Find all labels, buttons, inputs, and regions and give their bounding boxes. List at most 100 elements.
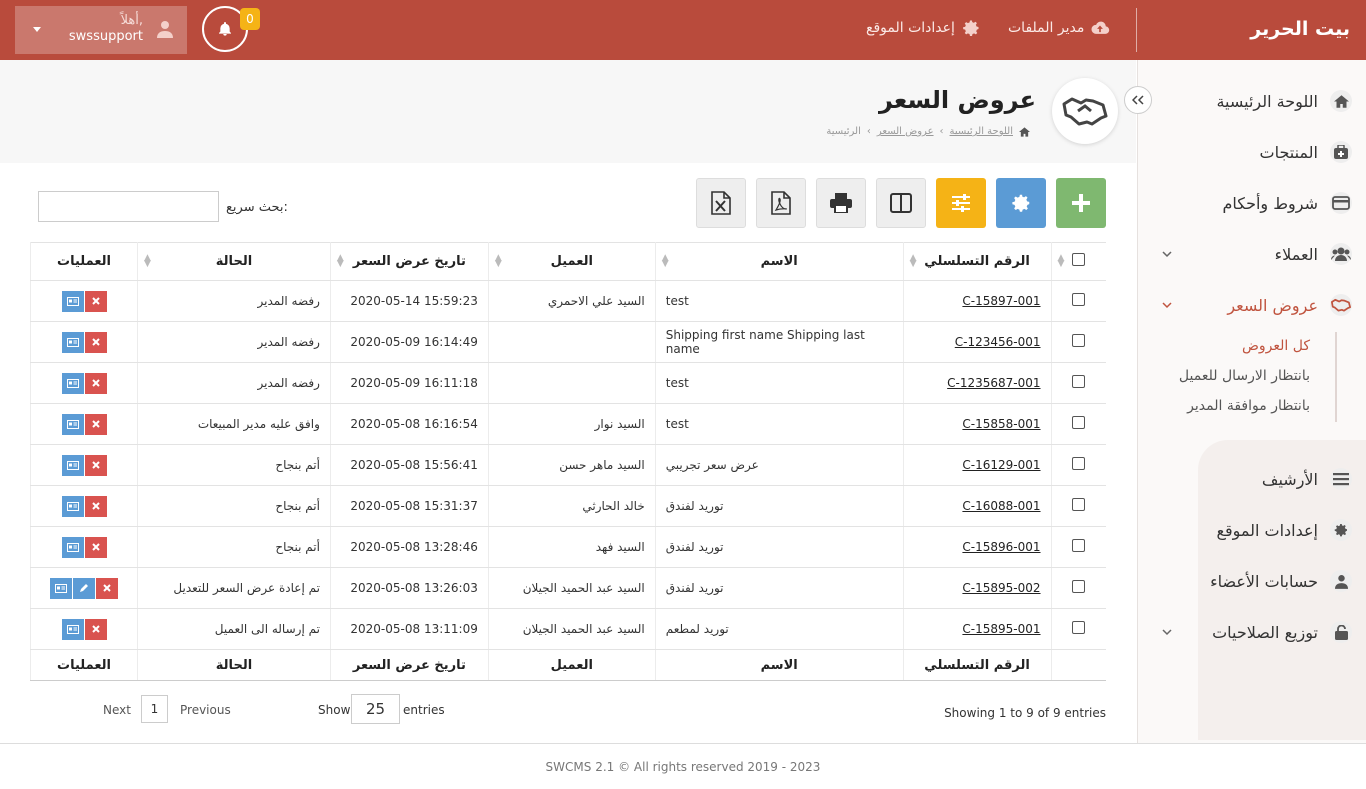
sidebar-item-quotes[interactable]: عروض السعر <box>1227 294 1352 316</box>
date-cell: 2020-05-08 16:16:54 <box>329 403 489 445</box>
view-button[interactable] <box>61 495 84 517</box>
site-settings-link[interactable]: إعدادات الموقع <box>866 18 981 38</box>
breadcrumb-separator: ‹ <box>866 126 871 137</box>
column-serial[interactable]: الرقم التسلسلي ▲ ▼ <box>902 242 1052 281</box>
add-quote-button[interactable] <box>1056 178 1106 228</box>
column-name[interactable]: الاسم ▲ ▼ <box>654 242 904 281</box>
breadcrumb-quotes[interactable]: عروض السعر <box>877 126 934 137</box>
sidebar-item-products[interactable]: المنتجات <box>1260 141 1352 163</box>
handshake-icon <box>1052 78 1118 144</box>
row-checkbox[interactable] <box>1072 375 1086 388</box>
user-menu[interactable]: أهلاً, swssupport <box>15 6 187 54</box>
sidebar-item-archive[interactable]: الأرشيف <box>1262 468 1352 490</box>
settings-button[interactable] <box>996 178 1046 228</box>
table-row: C-15895-001 توريد لمطعم السيد عبد الحميد ا… <box>29 608 1106 650</box>
delete-button[interactable] <box>96 577 119 599</box>
submenu-awaiting-send[interactable]: بانتظار الارسال للعميل <box>1179 368 1310 384</box>
close-icon <box>91 420 100 428</box>
sidebar-item-permissions[interactable]: توزيع الصلاحيات <box>1212 621 1352 643</box>
delete-button[interactable] <box>84 331 107 353</box>
sidebar-item-label: توزيع الصلاحيات <box>1212 622 1318 642</box>
view-button[interactable] <box>61 536 84 558</box>
status-cell: تم إعادة عرض السعر للتعديل <box>137 567 331 609</box>
printer-icon <box>830 193 852 213</box>
edit-button[interactable] <box>73 577 96 599</box>
serial-link[interactable]: C-123456-001 <box>955 335 1041 349</box>
delete-button[interactable] <box>84 495 107 517</box>
pagination-previous[interactable]: Previous <box>180 703 231 717</box>
view-button[interactable] <box>61 290 84 312</box>
row-select-cell <box>1050 321 1106 363</box>
delete-button[interactable] <box>84 536 107 558</box>
brand-title[interactable]: بيت الحرير <box>1250 18 1350 40</box>
row-checkbox[interactable] <box>1072 539 1086 552</box>
print-button[interactable] <box>816 178 866 228</box>
export-excel-button[interactable] <box>696 178 746 228</box>
columns-button[interactable] <box>876 178 926 228</box>
id-card-icon <box>66 542 79 552</box>
column-date[interactable]: تاريخ عرض السعر ▲ ▼ <box>329 242 489 281</box>
pagination-page-1[interactable]: 1 <box>141 695 168 723</box>
view-button[interactable] <box>61 331 84 353</box>
view-button[interactable] <box>50 577 73 599</box>
row-checkbox[interactable] <box>1072 334 1086 347</box>
delete-button[interactable] <box>84 290 107 312</box>
row-checkbox[interactable] <box>1072 293 1086 306</box>
pdf-file-icon <box>771 191 791 215</box>
row-actions <box>41 290 127 312</box>
archive-icon <box>1330 468 1352 490</box>
pagination-next[interactable]: Next <box>103 703 131 717</box>
sidebar-item-members[interactable]: حسابات الأعضاء <box>1210 570 1352 592</box>
serial-link[interactable]: C-16088-001 <box>962 499 1040 513</box>
row-actions <box>41 618 127 640</box>
sidebar-item-terms[interactable]: شروط وأحكام <box>1222 192 1352 214</box>
submenu-awaiting-approval[interactable]: بانتظار موافقة المدير <box>1187 398 1310 414</box>
page-size-select[interactable]: 25 <box>351 694 400 724</box>
view-button[interactable] <box>61 413 84 435</box>
close-icon <box>91 338 100 346</box>
view-button[interactable] <box>61 618 84 640</box>
serial-link[interactable]: C-15895-001 <box>962 622 1040 636</box>
top-bar: بيت الحرير مدير الملفات إعدادات الموقع 0… <box>0 0 1366 60</box>
chevron-down-icon[interactable] <box>1162 249 1172 259</box>
sidebar-collapse-button[interactable] <box>1124 86 1152 114</box>
serial-link[interactable]: C-16129-001 <box>962 458 1040 472</box>
sidebar-item-site-settings[interactable]: إعدادات الموقع <box>1216 519 1352 541</box>
select-all-checkbox[interactable] <box>1072 253 1086 266</box>
delete-button[interactable] <box>84 372 107 394</box>
chevron-down-icon <box>33 27 41 32</box>
serial-link[interactable]: C-15896-001 <box>962 540 1040 554</box>
export-pdf-button[interactable] <box>756 178 806 228</box>
file-manager-link[interactable]: مدير الملفات <box>1008 18 1110 38</box>
chevron-down-icon[interactable] <box>1162 300 1172 310</box>
row-checkbox[interactable] <box>1072 580 1086 593</box>
row-checkbox[interactable] <box>1072 498 1086 511</box>
view-button[interactable] <box>61 454 84 476</box>
view-button[interactable] <box>61 372 84 394</box>
select-all-header[interactable]: ▲ ▼ <box>1050 242 1106 281</box>
sidebar-item-dashboard[interactable]: اللوحة الرئيسية <box>1216 90 1352 112</box>
column-status[interactable]: الحالة ▲ ▼ <box>137 242 331 281</box>
delete-button[interactable] <box>84 413 107 435</box>
user-name: swssupport <box>68 29 143 44</box>
filter-button[interactable] <box>936 178 986 228</box>
delete-button[interactable] <box>84 618 107 640</box>
delete-button[interactable] <box>84 454 107 476</box>
row-checkbox[interactable] <box>1072 621 1086 634</box>
serial-link[interactable]: C-15897-001 <box>962 294 1040 308</box>
serial-link[interactable]: C-15858-001 <box>962 417 1040 431</box>
submenu-all-quotes[interactable]: كل العروض <box>1242 338 1310 354</box>
chevron-down-icon[interactable] <box>1162 627 1172 637</box>
breadcrumb-separator: ‹ <box>939 126 944 137</box>
row-actions <box>41 454 127 476</box>
row-checkbox[interactable] <box>1072 416 1086 429</box>
row-checkbox[interactable] <box>1072 457 1086 470</box>
column-client[interactable]: العميل ▲ ▼ <box>487 242 656 281</box>
handshake-icon <box>1330 294 1352 316</box>
breadcrumb-dashboard[interactable]: اللوحة الرئيسية <box>950 126 1013 137</box>
serial-link[interactable]: C-15895-002 <box>962 581 1040 595</box>
sidebar-item-customers[interactable]: العملاء <box>1275 243 1352 265</box>
status-cell: رفضه المدير <box>137 280 331 322</box>
search-input[interactable] <box>38 191 219 222</box>
serial-link[interactable]: C-1235687-001 <box>947 376 1040 390</box>
